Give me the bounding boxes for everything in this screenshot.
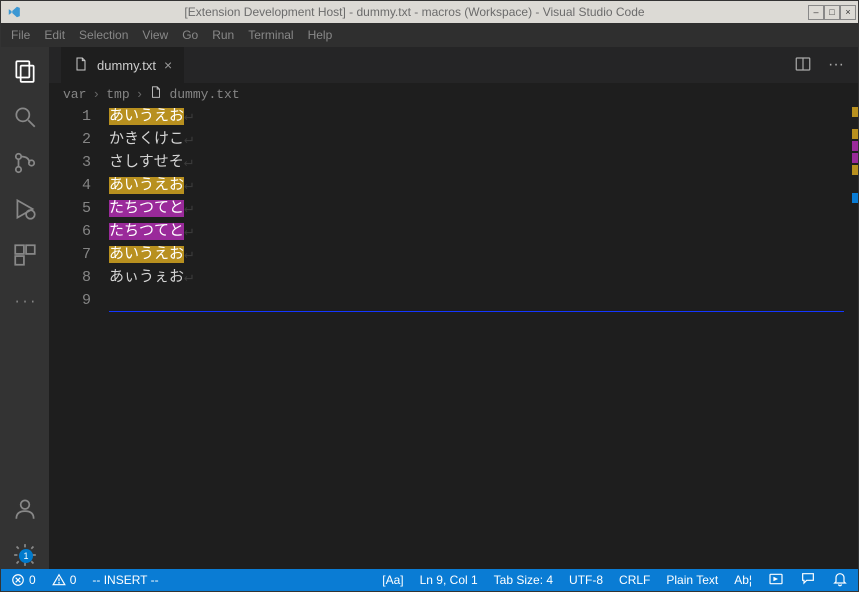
breadcrumb-seg[interactable]: var [63, 87, 86, 102]
code-line[interactable]: あいうえお↵ [109, 105, 844, 128]
status-tabsize[interactable]: Tab Size: 4 [494, 573, 553, 587]
window-minimize-button[interactable]: – [808, 5, 824, 20]
breadcrumb[interactable]: var › tmp › dummy.txt [49, 83, 858, 105]
status-encoding[interactable]: UTF-8 [569, 573, 603, 587]
run-debug-icon[interactable] [11, 195, 39, 223]
code-line[interactable]: あぃうぇお↵ [109, 266, 844, 289]
file-icon [149, 85, 163, 103]
code-line[interactable]: たちつてと↵ [109, 220, 844, 243]
chevron-right-icon: › [136, 87, 144, 102]
split-editor-icon[interactable] [794, 55, 812, 76]
tab-dummy[interactable]: dummy.txt × [61, 47, 184, 83]
run-file-icon[interactable] [768, 571, 784, 590]
explorer-icon[interactable] [11, 57, 39, 85]
search-icon[interactable] [11, 103, 39, 131]
breadcrumb-seg[interactable]: dummy.txt [169, 87, 239, 102]
line-number: 2 [49, 128, 91, 151]
menu-help[interactable]: Help [308, 28, 333, 42]
status-warnings[interactable]: 0 [52, 573, 77, 587]
code-line[interactable]: かきくけこ↵ [109, 128, 844, 151]
settings-gear-icon[interactable]: 1 [11, 541, 39, 569]
line-number: 5 [49, 197, 91, 220]
bell-icon[interactable] [832, 571, 848, 590]
status-mode: -- INSERT -- [92, 573, 158, 587]
menu-edit[interactable]: Edit [44, 28, 65, 42]
feedback-icon[interactable] [800, 571, 816, 590]
line-number: 4 [49, 174, 91, 197]
status-bar: 0 0 -- INSERT -- [Aa] Ln 9, Col 1 Tab Si… [1, 569, 858, 591]
more-icon[interactable]: ··· [11, 287, 39, 315]
gutter: 123456789 [49, 105, 109, 569]
window-title: [Extension Development Host] - dummy.txt… [21, 5, 808, 19]
line-number: 6 [49, 220, 91, 243]
tab-close-icon[interactable]: × [164, 57, 172, 73]
chevron-right-icon: › [92, 87, 100, 102]
minimap[interactable] [844, 105, 858, 569]
breadcrumb-seg[interactable]: tmp [106, 87, 129, 102]
line-number: 3 [49, 151, 91, 174]
menu-go[interactable]: Go [182, 28, 198, 42]
settings-badge: 1 [19, 549, 33, 563]
line-number: 1 [49, 105, 91, 128]
more-actions-icon[interactable]: ··· [828, 56, 844, 74]
menubar: File Edit Selection View Go Run Terminal… [1, 23, 858, 47]
line-number: 9 [49, 289, 91, 312]
window-close-button[interactable]: × [840, 5, 856, 20]
minimap-mark [852, 129, 858, 139]
source-control-icon[interactable] [11, 149, 39, 177]
code-area[interactable]: あいうえお↵かきくけこ↵さしすせそ↵あいうえお↵たちつてと↵たちつてと↵あいうえ… [109, 105, 844, 569]
code-line[interactable]: あいうえお↵ [109, 243, 844, 266]
status-language[interactable]: Plain Text [666, 573, 718, 587]
code-line[interactable]: さしすせそ↵ [109, 151, 844, 174]
menu-run[interactable]: Run [212, 28, 234, 42]
line-number: 7 [49, 243, 91, 266]
accounts-icon[interactable] [11, 495, 39, 523]
line-number: 8 [49, 266, 91, 289]
editor[interactable]: 123456789 あいうえお↵かきくけこ↵さしすせそ↵あいうえお↵たちつてと↵… [49, 105, 858, 569]
activity-bar: ··· 1 [1, 47, 49, 569]
vscode-icon [7, 5, 21, 19]
window-titlebar: [Extension Development Host] - dummy.txt… [1, 1, 858, 23]
menu-selection[interactable]: Selection [79, 28, 128, 42]
window-maximize-button[interactable]: □ [824, 5, 840, 20]
code-line[interactable]: たちつてと↵ [109, 197, 844, 220]
minimap-mark [852, 193, 858, 203]
status-errors[interactable]: 0 [11, 573, 36, 587]
code-line[interactable] [109, 289, 844, 312]
minimap-mark [852, 107, 858, 117]
status-case[interactable]: [Aa] [382, 573, 403, 587]
status-abbrev[interactable]: Ab¦ [734, 573, 752, 587]
tab-bar: dummy.txt × ··· [49, 47, 858, 83]
menu-terminal[interactable]: Terminal [248, 28, 293, 42]
minimap-mark [852, 165, 858, 175]
status-eol[interactable]: CRLF [619, 573, 650, 587]
tab-label: dummy.txt [97, 58, 156, 73]
menu-file[interactable]: File [11, 28, 30, 42]
status-position[interactable]: Ln 9, Col 1 [420, 573, 478, 587]
minimap-mark [852, 153, 858, 163]
minimap-mark [852, 141, 858, 151]
file-icon [73, 56, 89, 75]
code-line[interactable]: あいうえお↵ [109, 174, 844, 197]
menu-view[interactable]: View [142, 28, 168, 42]
extensions-icon[interactable] [11, 241, 39, 269]
